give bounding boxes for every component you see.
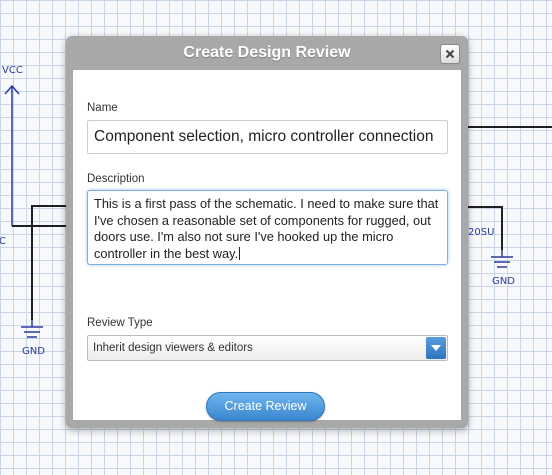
name-input[interactable]: Component selection, micro controller co… [87,120,448,154]
review-type-label: Review Type [87,317,153,329]
gnd-symbol-right [491,250,513,268]
description-text: This is a first pass of the schematic. I… [94,196,439,261]
wires-left [12,205,66,320]
description-textarea[interactable]: This is a first pass of the schematic. I… [87,190,448,265]
chevron-down-icon [431,345,441,351]
close-button[interactable] [440,44,460,64]
create-review-button[interactable]: Create Review [206,392,325,421]
vcc-label-left: VCC [2,65,23,76]
part-label-right: 20SU [468,227,495,238]
review-type-value: Inherit design viewers & editors [93,342,253,354]
close-icon [445,49,455,59]
gnd-label-left: GND [22,346,45,357]
review-type-select[interactable]: Inherit design viewers & editors [87,335,448,361]
c-label-left: C [0,236,6,247]
gnd-symbol-left [21,320,43,338]
select-arrow-button[interactable] [426,337,446,359]
description-label: Description [87,173,145,185]
create-design-review-dialog: Create Design Review Name Component sele… [66,36,468,428]
gnd-label-right: GND [492,276,515,287]
text-caret [239,246,241,260]
name-label: Name [87,102,118,114]
dialog-body: Name Component selection, micro controll… [73,70,461,421]
vcc-arrow-left [4,84,20,226]
dialog-title: Create Design Review [183,44,351,61]
